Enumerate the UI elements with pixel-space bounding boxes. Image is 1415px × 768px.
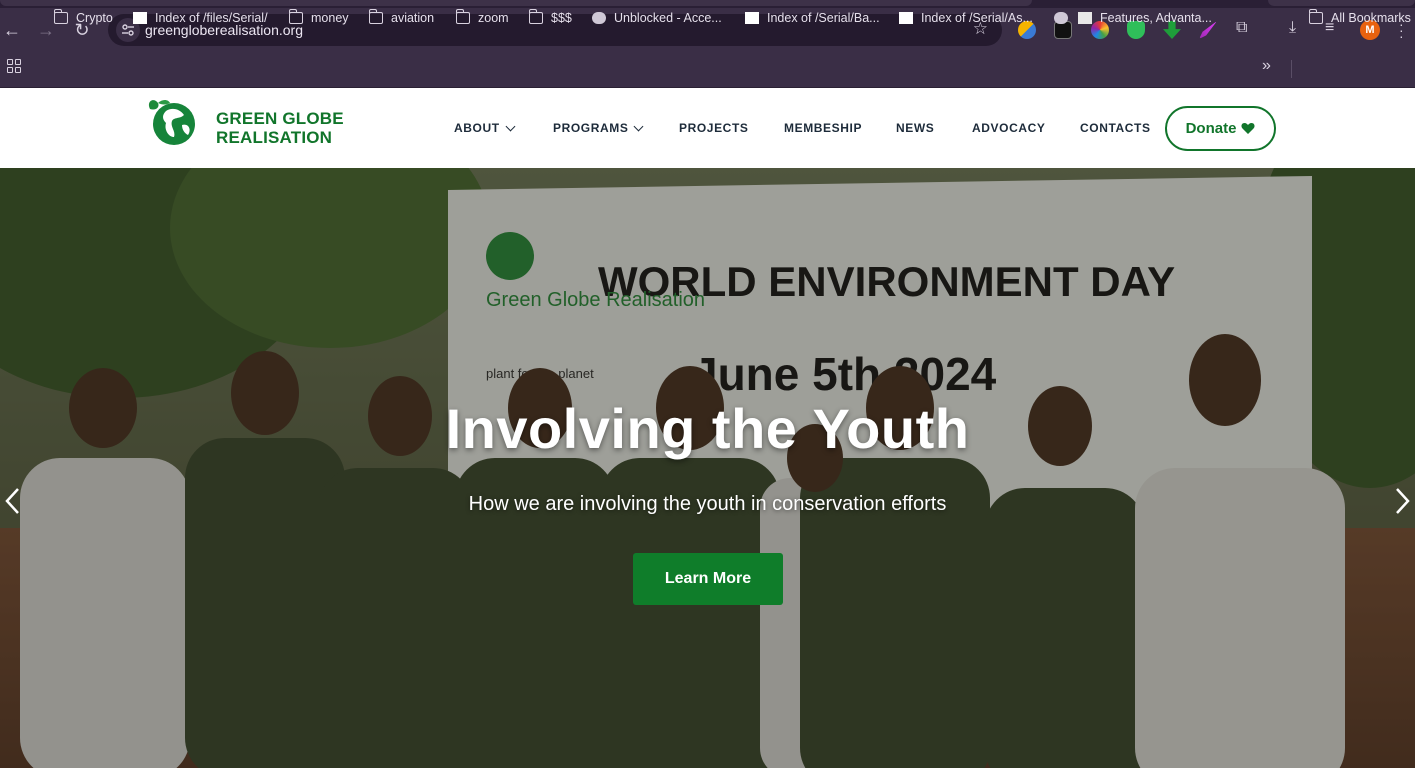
- page-icon: [133, 12, 147, 24]
- page-icon: [899, 12, 913, 24]
- active-tab[interactable]: [0, 0, 1032, 6]
- hero-slider: WORLD ENVIRONMENT DAY June 5th 2024 Gree…: [0, 168, 1415, 768]
- site-icon: [1078, 12, 1092, 24]
- bookmark-label: Index of /files/Serial/: [155, 11, 268, 25]
- bookmark-label: Features, Advanta...: [1100, 11, 1212, 25]
- nav-label: PROGRAMS: [553, 121, 629, 135]
- nav-projects[interactable]: PROJECTS: [679, 121, 748, 135]
- bookmark-label: $$$: [551, 11, 572, 25]
- nav-label: NEWS: [896, 121, 935, 135]
- hero-overlay: [0, 168, 1415, 768]
- chevron-down-icon: [505, 121, 516, 131]
- extensions-puzzle-icon[interactable]: ⧉: [1236, 19, 1247, 37]
- nav-news[interactable]: NEWS: [896, 121, 934, 135]
- bookmark-item[interactable]: Features, Advanta...: [1054, 7, 1212, 29]
- logo-line-2: REALISATION: [216, 128, 333, 147]
- bookmark-label: Index of /Serial/As...: [921, 11, 1033, 25]
- hero-title: Involving the Youth: [445, 397, 970, 460]
- apps-grid-icon[interactable]: [7, 59, 21, 73]
- back-icon[interactable]: ←: [0, 18, 24, 42]
- folder-icon: [288, 9, 303, 24]
- nav-label: PROJECTS: [679, 121, 749, 135]
- nav-label: ADVOCACY: [972, 121, 1046, 135]
- donate-label: Donate: [1185, 120, 1237, 137]
- bookmark-item[interactable]: Index of /files/Serial/: [133, 7, 268, 29]
- folder-icon: [455, 9, 470, 24]
- all-bookmarks-label: All Bookmarks: [1331, 11, 1411, 25]
- slider-prev-arrow-icon[interactable]: [2, 486, 24, 516]
- bookmark-label: zoom: [478, 11, 509, 25]
- bookmark-label: Crypto: [76, 11, 113, 25]
- browser-tab[interactable]: [1268, 0, 1415, 6]
- bookmark-label: money: [311, 11, 349, 25]
- heart-icon: [1241, 123, 1255, 134]
- page-icon: [745, 12, 759, 24]
- bookmark-item[interactable]: Crypto: [53, 7, 113, 29]
- bookmark-item[interactable]: Unblocked - Acce...: [592, 7, 722, 29]
- folder-icon: [368, 9, 383, 24]
- nav-label: MEMBESHIP: [784, 121, 863, 135]
- globe-icon: [1054, 12, 1068, 24]
- globe-icon: [592, 12, 606, 24]
- bookmark-item[interactable]: $$$: [528, 7, 572, 29]
- more-bookmarks-icon[interactable]: »: [1262, 57, 1271, 75]
- hero-subtitle: How we are involving the youth in conser…: [468, 493, 947, 515]
- globe-logo-icon[interactable]: [144, 97, 198, 149]
- bookmark-label: Unblocked - Acce...: [614, 11, 722, 25]
- logo-line-1: GREEN GLOBE: [216, 109, 344, 128]
- nav-about[interactable]: ABOUT: [454, 121, 516, 135]
- nav-advocacy[interactable]: ADVOCACY: [972, 121, 1045, 135]
- folder-icon: [1308, 9, 1323, 24]
- learn-more-button[interactable]: Learn More: [633, 553, 783, 605]
- bookmark-item[interactable]: Index of /Serial/As...: [899, 7, 1033, 29]
- bookmark-item[interactable]: aviation: [368, 7, 435, 29]
- logo-text[interactable]: GREEN GLOBE REALISATION: [216, 109, 344, 147]
- nav-label: CONTACTS: [1080, 121, 1151, 135]
- folder-icon: [528, 9, 543, 24]
- nav-membeship[interactable]: MEMBESHIP: [784, 121, 862, 135]
- site-header: GREEN GLOBE REALISATION ABOUT PROGRAMS P…: [0, 88, 1415, 168]
- bookmark-item[interactable]: money: [288, 7, 349, 29]
- bookmarks-divider: [1291, 60, 1292, 78]
- chevron-down-icon: [634, 121, 644, 131]
- bookmarks-bar: [0, 52, 1415, 88]
- nav-contacts[interactable]: CONTACTS: [1080, 121, 1151, 135]
- nav-label: ABOUT: [454, 121, 500, 135]
- bookmark-label: aviation: [391, 11, 435, 25]
- bookmark-item[interactable]: Index of /Serial/Ba...: [745, 7, 880, 29]
- bookmark-label: Index of /Serial/Ba...: [767, 11, 880, 25]
- folder-icon: [53, 9, 68, 24]
- all-bookmarks[interactable]: All Bookmarks: [1308, 7, 1411, 29]
- bookmark-item[interactable]: zoom: [455, 7, 509, 29]
- slider-next-arrow-icon[interactable]: [1391, 486, 1413, 516]
- downloads-icon[interactable]: ⤓: [1289, 19, 1296, 37]
- donate-button[interactable]: Donate: [1165, 106, 1276, 151]
- nav-programs[interactable]: PROGRAMS: [553, 121, 644, 135]
